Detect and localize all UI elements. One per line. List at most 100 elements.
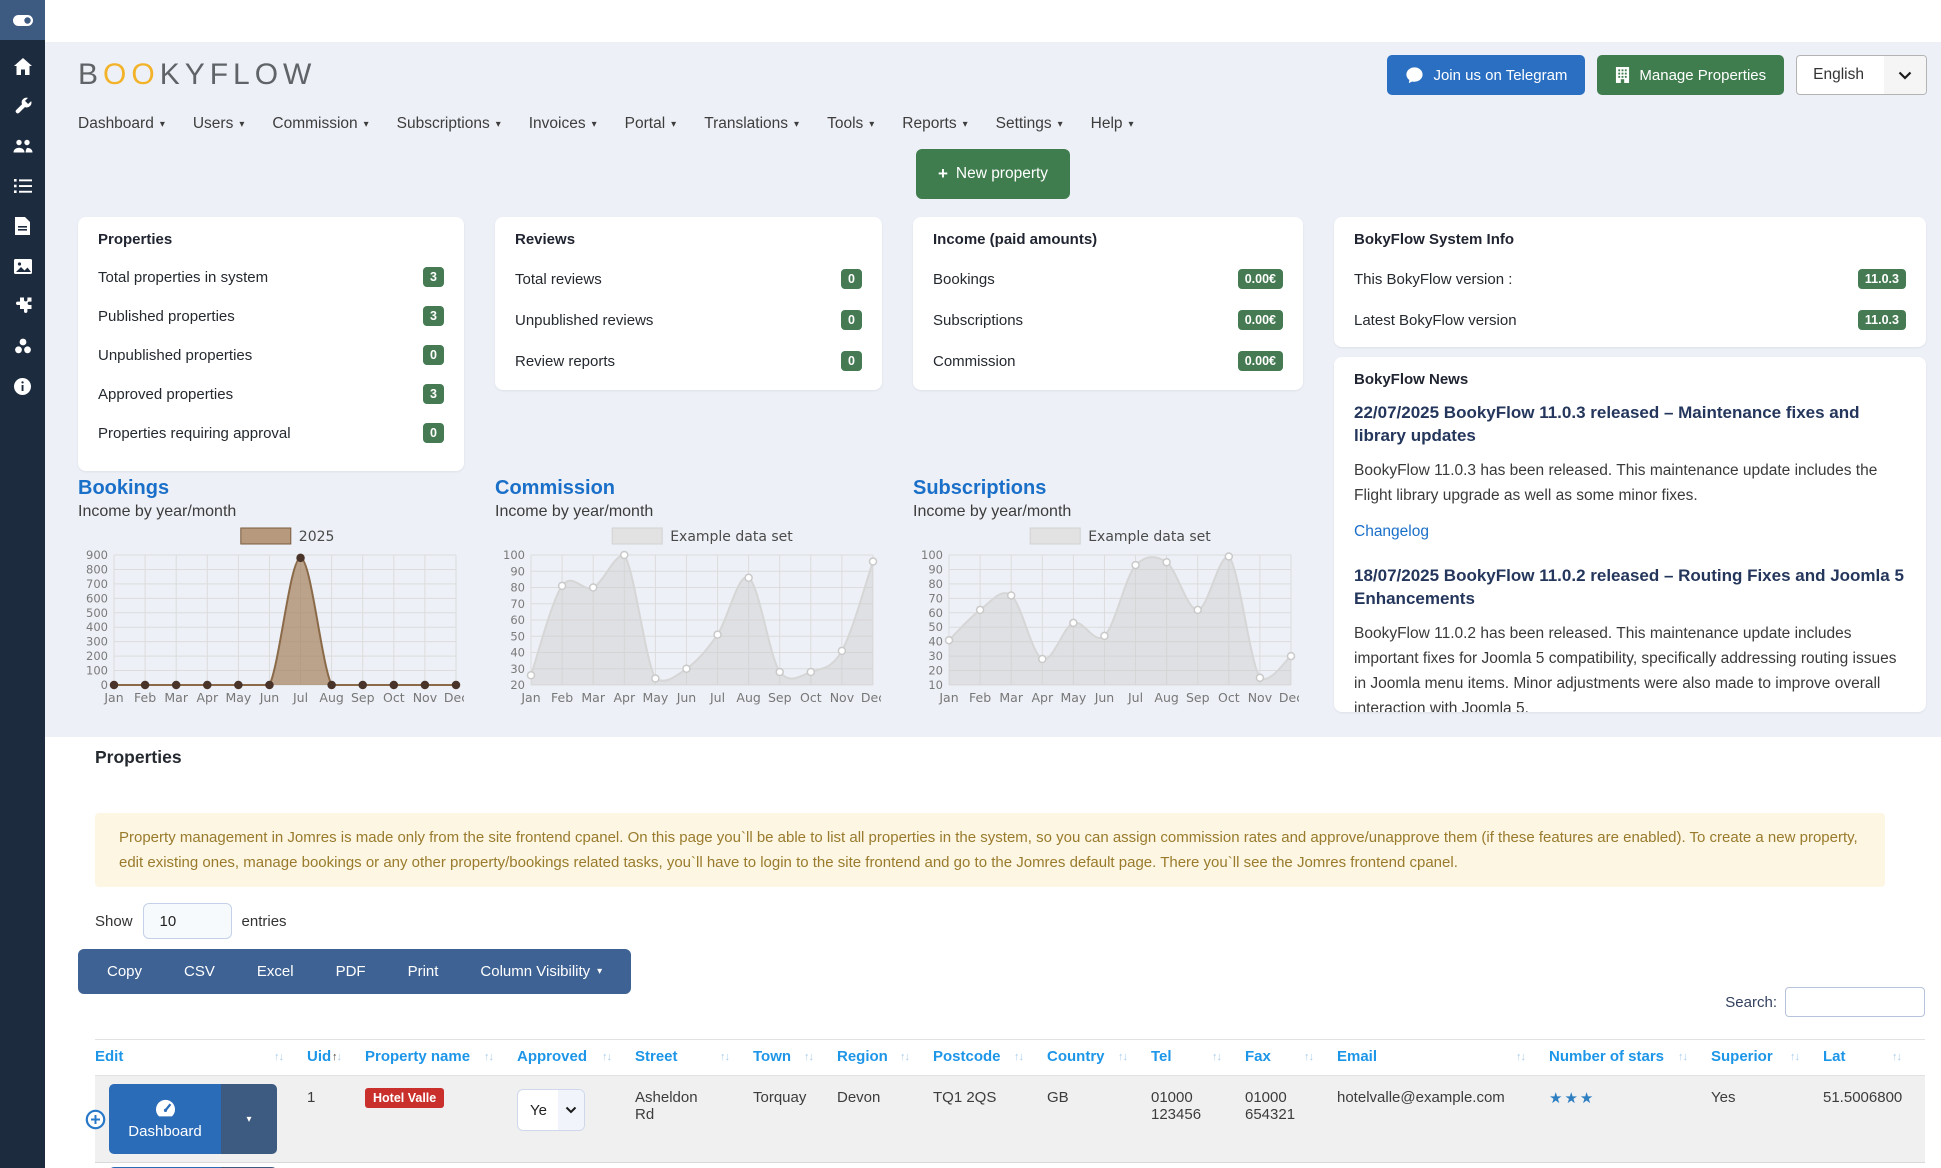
chevron-down-icon bbox=[558, 1089, 584, 1131]
new-property-button[interactable]: +New property bbox=[916, 149, 1070, 199]
column-visibility-button[interactable]: Column Visibility▾ bbox=[459, 949, 623, 994]
col-header-region[interactable]: Region↑↓ bbox=[837, 1040, 933, 1076]
excel-button[interactable]: Excel bbox=[236, 949, 315, 994]
svg-text:700: 700 bbox=[86, 577, 108, 591]
svg-text:Dec: Dec bbox=[861, 690, 881, 705]
count-badge: 3 bbox=[423, 384, 444, 404]
col-header-country[interactable]: Country↑↓ bbox=[1047, 1040, 1151, 1076]
expand-row-button[interactable] bbox=[85, 1109, 106, 1134]
col-header-email[interactable]: Email↑↓ bbox=[1337, 1040, 1549, 1076]
svg-text:Jul: Jul bbox=[292, 690, 308, 705]
chevron-down-icon bbox=[1884, 55, 1926, 95]
logo-kyflow: KYFLOW bbox=[160, 58, 317, 91]
commission-chart-title[interactable]: Commission bbox=[495, 477, 615, 500]
col-header-tel[interactable]: Tel↑↓ bbox=[1151, 1040, 1245, 1076]
col-header-uid[interactable]: Uid↑↓ bbox=[307, 1040, 365, 1076]
col-header-superior[interactable]: Superior↑↓ bbox=[1711, 1040, 1823, 1076]
stat-row: Bookings0.00€ bbox=[933, 269, 1283, 289]
menu-item-subscriptions[interactable]: Subscriptions▾ bbox=[397, 115, 501, 133]
manage-properties-button[interactable]: Manage Properties bbox=[1597, 55, 1784, 95]
svg-text:20: 20 bbox=[928, 664, 943, 678]
logo-b: B bbox=[78, 58, 103, 91]
menu-item-help[interactable]: Help▾ bbox=[1091, 115, 1134, 133]
svg-text:Mar: Mar bbox=[581, 690, 605, 705]
menu-item-commission[interactable]: Commission▾ bbox=[272, 115, 368, 133]
svg-text:Aug: Aug bbox=[319, 690, 343, 705]
sidebar-item-media[interactable] bbox=[0, 246, 45, 286]
cell-email: hotelvalle@example.com bbox=[1337, 1076, 1549, 1163]
svg-text:60: 60 bbox=[510, 613, 525, 627]
col-header-town[interactable]: Town↑↓ bbox=[753, 1040, 837, 1076]
sidebar-item-info[interactable] bbox=[0, 366, 45, 406]
csv-button[interactable]: CSV bbox=[163, 949, 236, 994]
col-header-property-name[interactable]: Property name↑↓ bbox=[365, 1040, 517, 1076]
svg-text:Nov: Nov bbox=[1248, 690, 1273, 705]
dashboard-caret-button[interactable]: ▾ bbox=[221, 1084, 277, 1154]
menu-item-users[interactable]: Users▾ bbox=[193, 115, 245, 133]
sort-icon: ↑↓ bbox=[900, 1051, 909, 1063]
table-search: Search: bbox=[1725, 987, 1925, 1017]
svg-text:Example data set: Example data set bbox=[1088, 529, 1211, 545]
sidebar-toggle-button[interactable] bbox=[0, 0, 45, 40]
col-header-edit[interactable]: Edit↑↓ bbox=[95, 1040, 307, 1076]
chevron-down-icon: ▾ bbox=[239, 119, 244, 130]
notice-banner: Property management in Jomres is made on… bbox=[95, 813, 1885, 887]
changelog-link[interactable]: Changelog bbox=[1354, 523, 1429, 541]
svg-text:60: 60 bbox=[928, 606, 943, 620]
cell-region: Devon bbox=[837, 1076, 933, 1163]
cell-number-of-stars: ★★★ bbox=[1549, 1076, 1711, 1163]
svg-text:30: 30 bbox=[928, 649, 943, 663]
sidebar-item-home[interactable] bbox=[0, 46, 45, 86]
subscriptions-chart-title[interactable]: Subscriptions bbox=[913, 477, 1046, 500]
chevron-down-icon: ▾ bbox=[1058, 119, 1063, 130]
menu-item-reports[interactable]: Reports▾ bbox=[902, 115, 967, 133]
version-badge: 11.0.3 bbox=[1858, 269, 1906, 289]
telegram-button[interactable]: Join us on Telegram bbox=[1387, 55, 1585, 95]
dashboard-button[interactable]: Dashboard bbox=[109, 1084, 221, 1154]
sidebar-item-tools[interactable] bbox=[0, 86, 45, 126]
col-header-number-of-stars[interactable]: Number of stars↑↓ bbox=[1549, 1040, 1711, 1076]
sidebar-item-modules[interactable] bbox=[0, 326, 45, 366]
menu-item-portal[interactable]: Portal▾ bbox=[625, 115, 677, 133]
sidebar-item-articles[interactable] bbox=[0, 206, 45, 246]
col-header-fax[interactable]: Fax↑↓ bbox=[1245, 1040, 1337, 1076]
sort-icon: ↑↓ bbox=[1678, 1051, 1687, 1063]
sort-icon: ↑↓ bbox=[1014, 1051, 1023, 1063]
pdf-button[interactable]: PDF bbox=[315, 949, 387, 994]
amount-badge: 0.00€ bbox=[1238, 310, 1283, 330]
plus-circle-icon bbox=[85, 1109, 106, 1130]
menu-item-tools[interactable]: Tools▾ bbox=[827, 115, 874, 133]
manage-properties-label: Manage Properties bbox=[1639, 67, 1766, 84]
col-header-lat[interactable]: Lat↑↓ bbox=[1823, 1040, 1925, 1076]
properties-card: Properties Total properties in system3 P… bbox=[78, 217, 464, 471]
chevron-down-icon: ▾ bbox=[869, 119, 874, 130]
col-header-postcode[interactable]: Postcode↑↓ bbox=[933, 1040, 1047, 1076]
property-name-badge[interactable]: Hotel Valle bbox=[365, 1088, 444, 1108]
svg-text:Jan: Jan bbox=[520, 690, 540, 705]
col-header-street[interactable]: Street↑↓ bbox=[635, 1040, 753, 1076]
svg-text:40: 40 bbox=[510, 646, 525, 660]
svg-text:40: 40 bbox=[928, 635, 943, 649]
svg-text:May: May bbox=[1060, 690, 1086, 705]
bookings-chart-title[interactable]: Bookings bbox=[78, 477, 169, 500]
language-select[interactable]: English bbox=[1796, 55, 1927, 95]
system-info-card: BokyFlow System Info This BokyFlow versi… bbox=[1334, 217, 1926, 347]
modules-cluster-icon bbox=[13, 337, 33, 355]
entries-select[interactable]: 10 bbox=[143, 903, 232, 939]
col-header-approved[interactable]: Approved↑↓ bbox=[517, 1040, 635, 1076]
sidebar-item-menus[interactable] bbox=[0, 166, 45, 206]
menu-item-settings[interactable]: Settings▾ bbox=[996, 115, 1063, 133]
menu-item-translations[interactable]: Translations▾ bbox=[704, 115, 799, 133]
menu-item-invoices[interactable]: Invoices▾ bbox=[529, 115, 597, 133]
print-button[interactable]: Print bbox=[387, 949, 460, 994]
approved-select[interactable]: Ye bbox=[517, 1089, 585, 1131]
count-badge: 3 bbox=[423, 306, 444, 326]
cell-country: GB bbox=[1047, 1076, 1151, 1163]
svg-text:50: 50 bbox=[928, 620, 943, 634]
sidebar-item-components[interactable] bbox=[0, 286, 45, 326]
copy-button[interactable]: Copy bbox=[86, 949, 163, 994]
sidebar-item-users[interactable] bbox=[0, 126, 45, 166]
menu-item-dashboard[interactable]: Dashboard▾ bbox=[78, 115, 165, 133]
svg-text:80: 80 bbox=[510, 581, 525, 595]
search-input[interactable] bbox=[1785, 987, 1925, 1017]
